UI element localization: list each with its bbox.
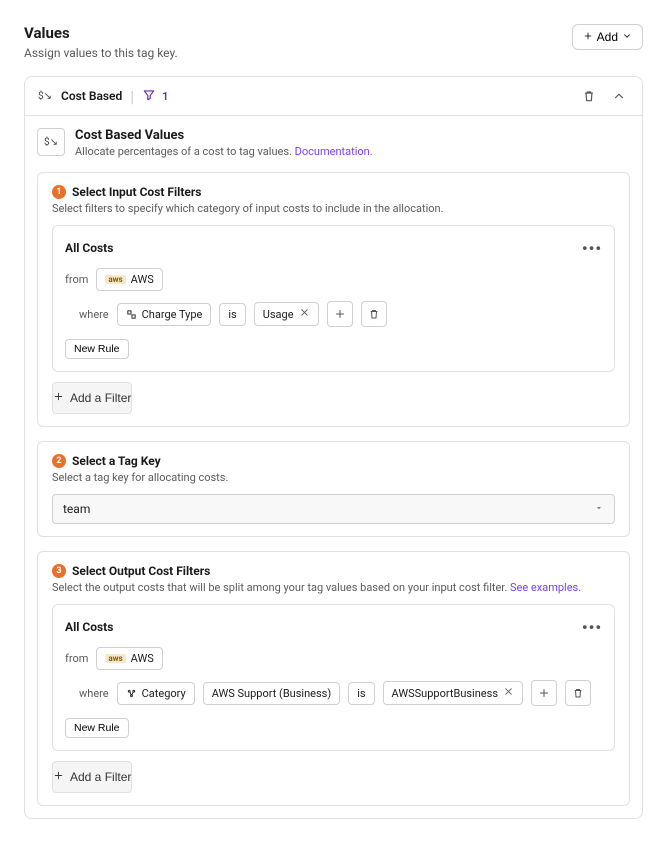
remove-icon[interactable]	[299, 307, 310, 321]
category-icon	[126, 688, 137, 699]
add-button[interactable]: Add	[572, 24, 643, 50]
from-keyword: from	[65, 273, 88, 286]
filter-title: All Costs	[65, 241, 113, 255]
plus-icon	[583, 30, 593, 44]
page-title: Values	[24, 24, 178, 42]
operator-chip[interactable]: is	[348, 682, 374, 705]
step-badge-3: 3	[52, 564, 66, 578]
plus-icon	[53, 391, 64, 405]
separator: |	[130, 87, 134, 106]
page-subtitle: Assign values to this tag key.	[24, 46, 178, 60]
step2-subtitle: Select a tag key for allocating costs.	[52, 471, 615, 484]
dimension-chip[interactable]: Charge Type	[117, 303, 212, 326]
where-keyword: where	[79, 308, 109, 321]
add-condition-button[interactable]	[531, 680, 557, 706]
lead-subtitle: Allocate percentages of a cost to tag va…	[75, 145, 373, 158]
dimension-chip[interactable]: Category	[117, 682, 195, 705]
aws-icon: aws	[105, 275, 125, 284]
value-chip[interactable]: Usage	[254, 302, 319, 326]
step-badge-2: 2	[52, 454, 66, 468]
delete-condition-button[interactable]	[565, 680, 591, 706]
aws-icon: aws	[105, 654, 125, 663]
chevron-down-icon	[622, 30, 632, 44]
tag-key-select[interactable]: team	[52, 494, 615, 524]
new-rule-button[interactable]: New Rule	[65, 718, 129, 738]
caret-down-icon	[594, 502, 604, 516]
from-keyword: from	[65, 652, 88, 665]
plus-icon	[53, 770, 64, 784]
filter-title: All Costs	[65, 620, 113, 634]
see-examples-link[interactable]: See examples.	[510, 581, 581, 594]
step1-title: Select Input Cost Filters	[72, 185, 201, 199]
filter-icon[interactable]	[142, 87, 156, 106]
step3-subtitle: Select the output costs that will be spl…	[52, 581, 615, 594]
step3-title: Select Output Cost Filters	[72, 564, 210, 578]
select-value: team	[63, 502, 90, 516]
cost-based-icon: $↘	[37, 128, 65, 156]
where-keyword: where	[79, 687, 109, 700]
dimension-icon	[126, 309, 137, 320]
add-condition-button[interactable]	[327, 301, 353, 327]
dimension-detail-chip[interactable]: AWS Support (Business)	[203, 682, 341, 705]
provider-chip[interactable]: aws AWS	[96, 647, 162, 670]
delete-condition-button[interactable]	[361, 301, 387, 327]
filter-count: 1	[162, 90, 168, 103]
collapse-button[interactable]	[608, 85, 630, 107]
step2-title: Select a Tag Key	[72, 454, 161, 468]
add-filter-button[interactable]: Add a Filter	[52, 761, 132, 793]
card-type-label: Cost Based	[61, 89, 122, 103]
new-rule-button[interactable]: New Rule	[65, 339, 129, 359]
cost-based-icon: $↘	[37, 88, 53, 104]
step-badge-1: 1	[52, 185, 66, 199]
provider-chip[interactable]: aws AWS	[96, 268, 162, 291]
add-label: Add	[597, 30, 618, 44]
documentation-link[interactable]: Documentation.	[295, 145, 373, 158]
lead-title: Cost Based Values	[75, 128, 373, 143]
more-menu[interactable]: •••	[582, 617, 602, 637]
add-filter-button[interactable]: Add a Filter	[52, 382, 132, 414]
remove-icon[interactable]	[503, 686, 514, 700]
more-menu[interactable]: •••	[582, 238, 602, 258]
operator-chip[interactable]: is	[219, 303, 245, 326]
step1-subtitle: Select filters to specify which category…	[52, 202, 615, 215]
value-chip[interactable]: AWSSupportBusiness	[383, 681, 523, 705]
delete-button[interactable]	[578, 85, 600, 107]
